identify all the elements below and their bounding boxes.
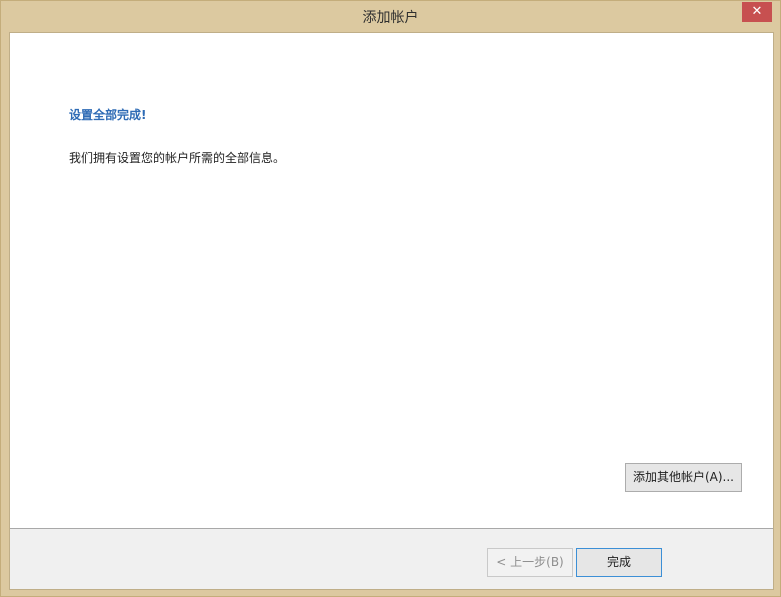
window-title: 添加帐户 [362,10,419,26]
content-panel: 设置全部完成! 我们拥有设置您的帐户所需的全部信息。 添加其他帐户(A)... [10,33,773,528]
setup-complete-heading: 设置全部完成! [69,108,147,122]
close-icon: ✕ [751,4,763,19]
add-another-account-button[interactable]: 添加其他帐户(A)... [625,463,742,492]
back-button[interactable]: < 上一步(B) [487,548,573,577]
dialog-footer: < 上一步(B) 完成 [10,528,773,589]
setup-complete-message: 我们拥有设置您的帐户所需的全部信息。 [69,151,286,165]
finish-button[interactable]: 完成 [576,548,662,577]
close-button[interactable]: ✕ [742,2,772,22]
title-bar[interactable]: 添加帐户 ✕ [1,1,780,32]
dialog-client-area: 设置全部完成! 我们拥有设置您的帐户所需的全部信息。 添加其他帐户(A)... … [9,32,774,590]
add-account-window: 添加帐户 ✕ 设置全部完成! 我们拥有设置您的帐户所需的全部信息。 添加其他帐户… [0,0,781,597]
